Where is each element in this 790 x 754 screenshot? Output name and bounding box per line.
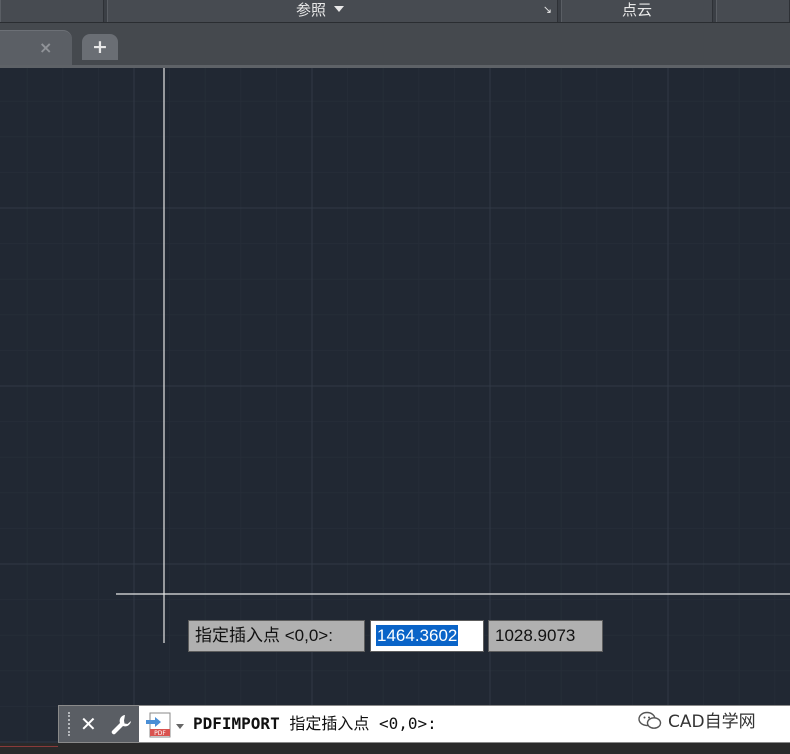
dialog-launcher-icon[interactable]: ↘ (543, 0, 552, 20)
ribbon-panel-reference-label: 参照 (296, 1, 327, 19)
close-icon[interactable]: × (39, 38, 52, 57)
command-line-text: PDFIMPORT 指定插入点 <0,0>: (193, 706, 437, 742)
drawing-tab[interactable]: × (0, 30, 72, 65)
close-icon[interactable]: ✕ (80, 708, 97, 740)
svg-text:PDF: PDF (154, 730, 166, 737)
dynamic-input-prompt: 指定插入点 <0,0>: (188, 620, 365, 652)
drag-grip-icon[interactable] (68, 712, 73, 736)
file-tab-strip: × + (0, 23, 790, 65)
ribbon-panel-point-cloud[interactable]: 点云 (561, 0, 713, 22)
wechat-icon (638, 711, 662, 729)
ribbon-panel-previous[interactable] (0, 0, 104, 22)
status-strip-accent (0, 746, 58, 747)
watermark: CAD自学网 (638, 707, 756, 737)
dynamic-input-x-value: 1464.3602 (376, 625, 459, 646)
autocad-window: 参照 ↘ 点云 × + 指定插入点 <0,0>: 1464.3602 1028.… (0, 0, 790, 754)
dynamic-input-y-field[interactable]: 1028.9073 (488, 620, 603, 652)
watermark-text: CAD自学网 (668, 712, 756, 732)
new-tab-button[interactable]: + (82, 34, 118, 60)
ribbon-panel-point-cloud-label: 点云 (621, 1, 652, 19)
command-line-handle[interactable]: ✕ (59, 706, 139, 742)
command-name: PDFIMPORT (193, 714, 280, 733)
dynamic-input-x-field[interactable]: 1464.3602 (370, 620, 484, 652)
ribbon-panel-bar: 参照 ↘ 点云 (0, 0, 790, 23)
plus-icon: + (92, 36, 108, 58)
status-strip (0, 743, 790, 754)
pdf-file-icon[interactable]: PDF (145, 711, 187, 739)
command-prompt: 指定插入点 <0,0>: (279, 714, 437, 733)
dropdown-arrow-icon[interactable] (334, 6, 345, 12)
dynamic-input-y-value: 1028.9073 (495, 626, 576, 645)
wrench-icon[interactable] (108, 712, 134, 738)
ribbon-panel-reference[interactable]: 参照 ↘ (107, 0, 558, 22)
dynamic-input-prompt-text: 指定插入点 <0,0>: (195, 626, 333, 645)
ribbon-panel-next[interactable] (716, 0, 790, 22)
